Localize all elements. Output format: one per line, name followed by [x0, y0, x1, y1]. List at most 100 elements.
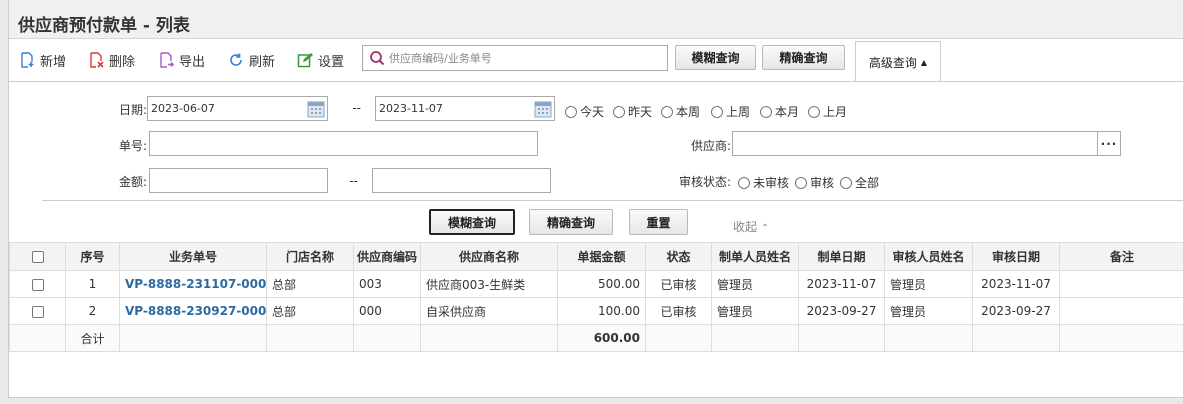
row-checkbox[interactable]	[31, 278, 44, 291]
supplier-code-cell: 003	[353, 270, 421, 298]
radio-audited[interactable]: 审核	[795, 174, 834, 191]
column-header[interactable]: 制单日期	[798, 242, 885, 271]
header-row: 序号 业务单号 门店名称 供应商编码 供应商名称 单据金额 状态 制单人员姓名 …	[9, 242, 1183, 271]
supplier-picker-button[interactable]: ···	[1097, 131, 1121, 156]
refresh-label: 刷新	[249, 54, 276, 70]
store-cell: 总部	[266, 270, 354, 298]
amount-separator: --	[349, 174, 358, 188]
column-header[interactable]: 业务单号	[119, 242, 267, 271]
total-empty-cell	[1059, 324, 1183, 352]
collapse-link[interactable]: 收起 ⌃	[733, 218, 769, 235]
total-empty-cell	[9, 324, 66, 352]
radio-circle	[565, 105, 577, 118]
table-row[interactable]: 1 VP-8888-231107-0002 总部 003 供应商003-生鲜类 …	[9, 270, 1183, 298]
radio-last-month[interactable]: 上月	[808, 103, 847, 120]
total-empty-cell	[798, 324, 885, 352]
reset-button[interactable]: 重置	[629, 209, 688, 235]
row-select-cell	[9, 270, 66, 298]
doc-no-link[interactable]: VP-8888-230927-0001	[119, 297, 267, 325]
amount-cell: 500.00	[557, 270, 646, 298]
refresh-icon	[230, 53, 242, 66]
data-grid: 序号 业务单号 门店名称 供应商编码 供应商名称 单据金额 状态 制单人员姓名 …	[9, 242, 1183, 352]
toolbar-fuzzy-search-button[interactable]: 模糊查询	[675, 45, 756, 70]
supplier-name-cell: 供应商003-生鲜类	[420, 270, 558, 298]
radio-label: 昨天	[628, 105, 653, 119]
search-box	[362, 45, 668, 71]
export-button[interactable]: 导出	[158, 50, 205, 70]
calendar-icon[interactable]	[533, 99, 553, 119]
radio-circle	[738, 176, 750, 189]
amount-to-input[interactable]	[372, 168, 551, 193]
radio-label: 审核	[810, 176, 835, 190]
radio-yesterday[interactable]: 昨天	[613, 103, 652, 120]
total-empty-cell	[645, 324, 712, 352]
settings-button[interactable]: 设置	[297, 50, 344, 70]
toolbar-exact-search-button[interactable]: 精确查询	[762, 45, 845, 70]
total-empty-cell	[420, 324, 558, 352]
advanced-search-panel: 日期: 2023-06-07 -- 2023-11-07 今天 昨天 本周 上周…	[9, 82, 1183, 242]
column-header[interactable]: 审核人员姓名	[884, 242, 973, 271]
supplier-label: 供应商:	[690, 139, 731, 153]
title-bar: 供应商预付款单 - 列表	[9, 0, 1183, 39]
radio-label: 本月	[775, 105, 800, 119]
column-header[interactable]: 序号	[65, 242, 120, 271]
audited-date-cell: 2023-09-27	[972, 297, 1060, 325]
refresh-button[interactable]: 刷新	[228, 50, 275, 70]
creator-cell: 管理员	[711, 270, 799, 298]
doc-no-link[interactable]: VP-8888-231107-0002	[119, 270, 267, 298]
remark-cell	[1059, 270, 1183, 298]
column-header[interactable]: 门店名称	[266, 242, 354, 271]
table-row[interactable]: 2 VP-8888-230927-0001 总部 000 自采供应商 100.0…	[9, 297, 1183, 325]
column-header[interactable]: 单据金额	[557, 242, 646, 271]
row-checkbox[interactable]	[31, 305, 44, 318]
column-header[interactable]: 状态	[645, 242, 712, 271]
export-icon	[160, 52, 174, 68]
amount-from-input[interactable]	[149, 168, 328, 193]
select-all-checkbox[interactable]	[31, 251, 44, 263]
radio-unaudited[interactable]: 未审核	[738, 174, 789, 191]
radio-all[interactable]: 全部	[840, 174, 879, 191]
radio-circle	[840, 176, 852, 189]
total-empty-cell	[972, 324, 1060, 352]
radio-circle	[661, 105, 673, 118]
radio-circle	[711, 105, 723, 118]
toolbar: 新增 删除 导出 刷新 设置 模糊查询 精确查询 高级查询 ▲	[9, 40, 1183, 82]
seq-cell: 2	[65, 297, 120, 325]
total-empty-cell	[119, 324, 267, 352]
total-empty-cell	[884, 324, 973, 352]
exact-search-button[interactable]: 精确查询	[529, 209, 613, 235]
date-separator: --	[352, 101, 361, 115]
search-icon	[370, 51, 385, 66]
column-header[interactable]: 供应商名称	[420, 242, 558, 271]
column-header[interactable]: 审核日期	[972, 242, 1060, 271]
date-from-input[interactable]: 2023-06-07	[147, 96, 328, 121]
date-label: 日期:	[118, 103, 147, 117]
radio-this-month[interactable]: 本月	[760, 103, 799, 120]
calendar-icon[interactable]	[306, 99, 326, 119]
column-header[interactable]: 供应商编码	[353, 242, 421, 271]
column-header[interactable]: 制单人员姓名	[711, 242, 799, 271]
fuzzy-search-button[interactable]: 模糊查询	[429, 209, 515, 235]
doc-no-input[interactable]	[149, 131, 538, 156]
audit-status-label: 审核状态:	[678, 175, 731, 189]
date-to-input[interactable]: 2023-11-07	[375, 96, 555, 121]
delete-document-icon	[90, 52, 104, 68]
new-button[interactable]: 新增	[19, 50, 66, 70]
supplier-input[interactable]	[732, 131, 1098, 156]
radio-last-week[interactable]: 上周	[711, 103, 750, 120]
radio-today[interactable]: 今天	[565, 103, 604, 120]
total-amount: 600.00	[557, 324, 646, 352]
status-cell: 已审核	[645, 270, 712, 298]
delete-button[interactable]: 删除	[88, 50, 135, 70]
remark-cell	[1059, 297, 1183, 325]
column-header[interactable]: 备注	[1059, 242, 1183, 271]
search-input[interactable]	[389, 51, 659, 65]
tab-advanced-search[interactable]: 高级查询 ▲	[855, 41, 941, 82]
advanced-search-label: 高级查询	[868, 55, 917, 70]
radio-this-week[interactable]: 本周	[661, 103, 700, 120]
new-label: 新增	[40, 54, 67, 70]
auditor-cell: 管理员	[884, 297, 973, 325]
delete-label: 删除	[109, 54, 136, 70]
total-label: 合计	[65, 324, 120, 352]
caret-up-icon: ▲	[920, 57, 928, 67]
